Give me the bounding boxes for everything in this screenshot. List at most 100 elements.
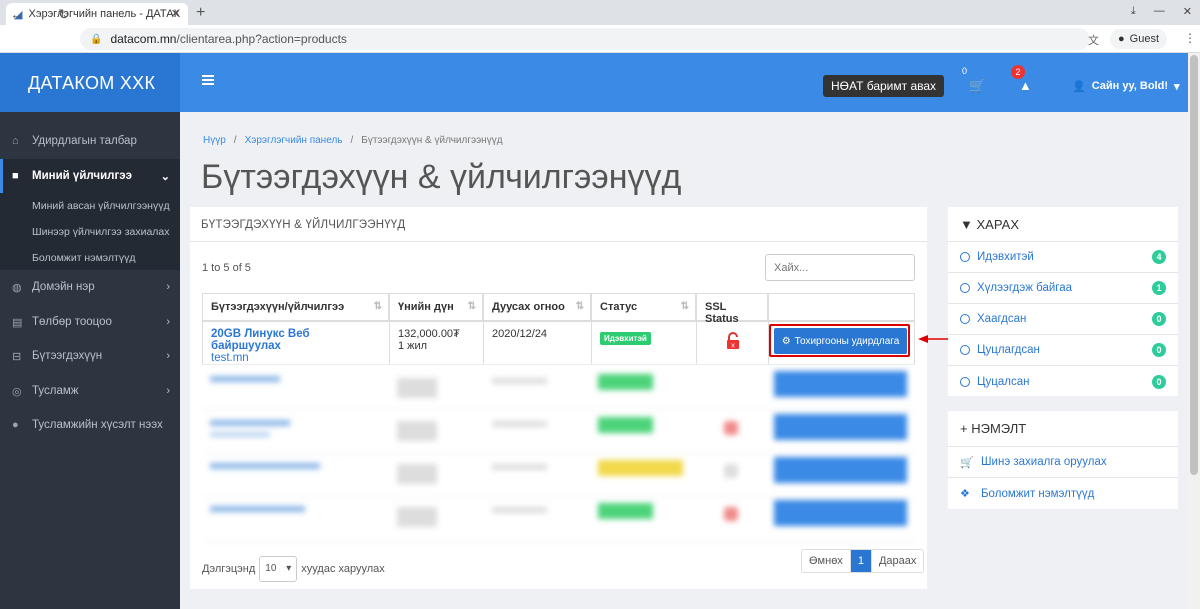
filter-count-badge: 1	[1152, 281, 1166, 295]
brand-logo[interactable]: ДАТАКОМ ХХК	[0, 53, 180, 112]
filter-item-label: Цуцалсан	[977, 375, 1030, 388]
breadcrumb-current: Бүтээгдэхүүн & үйлчилгээнүүд	[361, 135, 503, 146]
billing-cycle: 1 жил	[398, 340, 428, 352]
breadcrumb: Нүүр / Хэрэглэгчийн панель / Бүтээгдэхүүн …	[203, 135, 503, 146]
extras-item-new-order[interactable]: 🛒 Шинэ захиалга оруулах	[948, 447, 1178, 478]
column-header-label: Үнийн дүн	[398, 301, 454, 313]
page-scrollbar[interactable]	[1188, 53, 1200, 609]
sidebar-item-services[interactable]: ■ Миний үйлчилгээ ⌄	[0, 159, 180, 193]
filter-item-label: Хаагдсан	[977, 313, 1027, 325]
column-header-label: Статус	[600, 301, 638, 313]
alert-icon[interactable]: ▲	[1019, 78, 1032, 93]
lifebuoy-icon: ◎	[12, 385, 22, 398]
product-domain[interactable]: test.mn	[211, 352, 381, 364]
user-icon: 👤	[1072, 81, 1086, 93]
user-greeting: Сайн уу, Bold!	[1091, 80, 1168, 92]
filter-item-suspended[interactable]: Хаагдсан 0	[948, 304, 1178, 335]
reload-icon[interactable]: ↻	[58, 6, 70, 23]
filter-count-badge: 0	[1152, 343, 1166, 357]
column-header-ssl[interactable]: SSL Status	[696, 293, 768, 325]
forward-icon[interactable]: →	[34, 6, 48, 22]
chevron-right-icon: ›	[166, 281, 170, 293]
lock-icon: 🔒	[90, 33, 103, 45]
top-navbar	[180, 53, 1188, 112]
comment-icon: ●	[12, 419, 19, 431]
vat-receipt-button[interactable]: НӨАТ баримт авах	[823, 75, 945, 97]
profile-button[interactable]: ● Guest	[1110, 29, 1168, 49]
search-input[interactable]	[765, 254, 915, 281]
column-header-due-date[interactable]: Дуусах огноо ⇅	[483, 293, 591, 322]
sidebar-item-label: Төлбөр тооцоо	[32, 316, 112, 328]
filter-count-badge: 0	[1152, 312, 1166, 326]
filter-item-label: Цуцлагдсан	[977, 344, 1040, 356]
extras-item-label: Боломжит нэмэлтүүд	[981, 487, 1095, 500]
sidebar-item-domains[interactable]: ◍ Домэйн нэр ›	[0, 270, 180, 304]
cart-icon[interactable]: 🛒	[969, 78, 985, 94]
filter-item-cancelled[interactable]: Цуцалсан 0	[948, 366, 1178, 397]
new-tab-icon[interactable]: +	[196, 4, 205, 22]
panel-title: БҮТЭЭГДЭХҮҮН & ҮЙЛЧИЛГЭЭНҮҮД	[201, 219, 406, 231]
sidebar-subitem-order-new[interactable]: Шинээр үйлчилгээ захиалах	[0, 219, 180, 245]
translate-icon[interactable]: 文	[1088, 32, 1099, 48]
svg-text:x: x	[731, 342, 735, 350]
breadcrumb-home[interactable]: Нүүр	[203, 135, 226, 146]
extras-item-label: Шинэ захиалга оруулах	[981, 456, 1107, 468]
filter-item-terminated[interactable]: Цуцлагдсан 0	[948, 335, 1178, 366]
sidebar-item-billing[interactable]: ▤ Төлбөр тооцоо ›	[0, 305, 180, 339]
filter-item-pending[interactable]: Хүлээгдэж байгаа 1	[948, 273, 1178, 304]
product-name[interactable]: 20GB Линукс Веб байршуулах	[211, 328, 381, 352]
sidebar-item-label: Бүтээгдэхүүн	[32, 350, 103, 362]
pager-page-1[interactable]: 1	[850, 550, 872, 572]
filter-panel-title: ХАРАХ	[976, 217, 1020, 232]
status-cell: Идэвхитэй	[591, 322, 696, 365]
cart-count: 0	[962, 66, 968, 76]
chevron-down-icon: ⌄	[160, 170, 170, 183]
close-tab-icon[interactable]: ✕	[171, 7, 180, 20]
extras-item-addons[interactable]: ❖ Боломжит нэмэлтүүд	[948, 478, 1178, 509]
sidebar-item-dashboard[interactable]: ⌂ Удирдлагын талбар	[0, 124, 180, 158]
column-header-price[interactable]: Үнийн дүн ⇅	[389, 293, 483, 322]
sidebar-subitem-my-services[interactable]: Миний авсан үйлчилгээнүүд	[0, 193, 180, 219]
circle-icon	[960, 376, 970, 387]
page-size-suffix: хуудас харуулах	[301, 563, 385, 575]
sidebar-item-open-ticket[interactable]: ● Тусламжийн хүсэлт нээх	[0, 408, 180, 442]
pager-next[interactable]: Дараах	[872, 550, 923, 572]
breadcrumb-separator: /	[233, 135, 237, 146]
caret-down-icon: ▾	[286, 563, 292, 574]
user-menu[interactable]: 👤 Сайн уу, Bold! ▾	[1072, 80, 1180, 93]
menu-toggle-icon[interactable]	[202, 75, 214, 85]
pagination: Өмнөх 1 Дараах	[801, 549, 925, 573]
table-row[interactable]: 20GB Линукс Веб байршуулах test.mn	[202, 322, 389, 365]
page-size-select[interactable]: 10 ▾	[259, 556, 298, 582]
pager-prev[interactable]: Өмнөх	[802, 550, 851, 572]
caret-down-icon: ▾	[1173, 81, 1180, 93]
circle-icon	[960, 314, 970, 324]
page-size-value: 10	[265, 563, 277, 574]
back-icon[interactable]: ←	[10, 6, 24, 22]
sort-icon: ⇅	[373, 301, 382, 312]
breadcrumb-client-area[interactable]: Хэрэглэгчийн панель	[245, 135, 343, 146]
filter-panel: ▼ ХАРАХ Идэвхитэй 4 Хүлээгдэж байгаа 1 Хаа…	[948, 207, 1178, 396]
sidebar-item-products[interactable]: ⊟ Бүтээгдэхүүн ›	[0, 339, 180, 373]
address-bar[interactable]: 🔒 datacom.mn/clientarea.php?action=produ…	[80, 28, 1090, 50]
filter-item-label: Хүлээгдэж байгаа	[977, 282, 1073, 294]
blurred-rows	[202, 366, 916, 546]
cube-icon: ■	[12, 170, 19, 182]
column-header-product[interactable]: Бүтээгдэхүүн/үйлчилгээ ⇅	[202, 293, 389, 322]
filter-item-active[interactable]: Идэвхитэй 4	[948, 242, 1178, 273]
sidebar-item-support[interactable]: ◎ Тусламж ›	[0, 374, 180, 408]
column-header-label: Дуусах огноо	[492, 301, 565, 313]
url-path: /clientarea.php?action=products	[176, 32, 347, 46]
column-header-status[interactable]: Статус ⇅	[591, 293, 696, 322]
filter-item-label: Идэвхитэй	[977, 251, 1034, 263]
minimize-icon[interactable]: —	[1154, 5, 1165, 18]
sort-icon: ⇅	[575, 301, 584, 312]
browser-menu-icon[interactable]: ⋮	[1184, 31, 1196, 45]
close-window-icon[interactable]: ✕	[1183, 5, 1192, 18]
download-icon[interactable]: ⤓	[1131, 5, 1136, 18]
sort-icon: ⇅	[467, 301, 476, 312]
url-host: datacom.mn	[110, 32, 177, 46]
extras-panel-header: + НЭМЭЛТ	[948, 411, 1178, 447]
sidebar-item-label: Домэйн нэр	[32, 281, 95, 293]
sidebar-subitem-addons[interactable]: Боломжит нэмэлтүүд	[0, 245, 180, 270]
